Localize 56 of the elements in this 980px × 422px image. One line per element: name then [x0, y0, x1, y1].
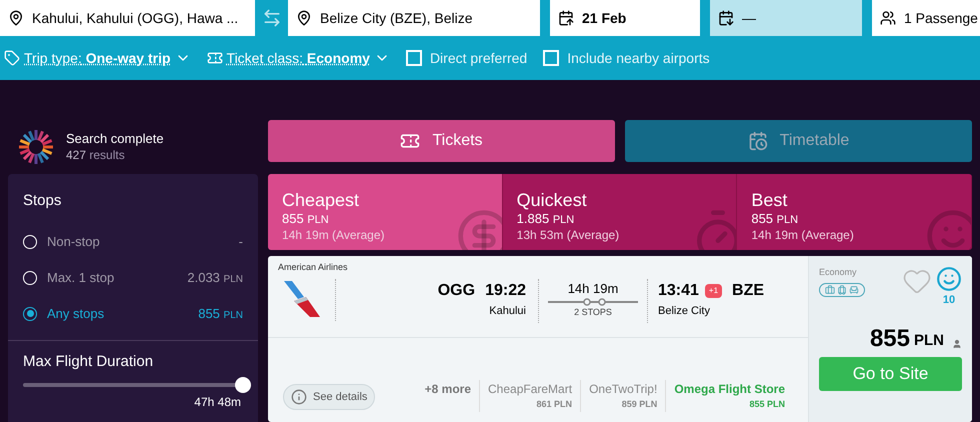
- destination-code: BZE: [732, 280, 764, 300]
- arrive-time: 13:41: [658, 280, 699, 300]
- stops-option[interactable]: Non-stop -: [23, 224, 243, 260]
- checkbox-label: Direct preferred: [430, 48, 528, 68]
- origin-city: Kahului: [489, 304, 526, 318]
- depart-time: 19:22: [485, 280, 526, 300]
- passengers-field[interactable]: 1 Passenge: [872, 0, 980, 36]
- calendar-icon: [558, 10, 574, 26]
- return-date-field[interactable]: —: [710, 0, 862, 36]
- pin-icon: [8, 10, 24, 26]
- status-title: Search complete: [66, 131, 164, 148]
- filter-title: Max Flight Duration: [23, 352, 154, 372]
- pin-icon: [296, 10, 312, 26]
- stops-option[interactable]: Any stops 855 PLN: [23, 296, 243, 332]
- ticket-icon: [206, 50, 223, 66]
- calendar-icon: [748, 131, 768, 151]
- sort-tab[interactable]: Quickest 1.885 PLN 13h 53m (Average): [502, 174, 738, 250]
- destination-city: Belize City: [658, 304, 711, 318]
- view-tab[interactable]: Tickets: [268, 120, 615, 162]
- rating-score: 10: [942, 293, 956, 308]
- currency: PLN: [914, 332, 944, 350]
- swap-icon: [262, 8, 282, 28]
- sort-tab[interactable]: Best 855 PLN 14h 19m (Average): [737, 174, 972, 250]
- sort-tab[interactable]: Cheapest 855 PLN 14h 19m (Average): [268, 174, 503, 250]
- provider-offer[interactable]: CheapFareMart 861 PLN: [480, 380, 582, 412]
- airline-logo: [282, 278, 322, 318]
- results-count: 427 results: [66, 148, 126, 163]
- cabin-class: Economy: [819, 266, 858, 279]
- calendar-icon: [718, 10, 734, 26]
- day-offset-badge: +1: [704, 284, 722, 298]
- people-icon: [880, 10, 896, 26]
- origin-field[interactable]: Kahului, Kahului (OGG), Hawa ...: [0, 0, 255, 36]
- airline-name: American Airlines: [278, 261, 349, 274]
- more-providers-link[interactable]: +8 more: [416, 380, 480, 412]
- person-icon: [952, 338, 962, 348]
- spinner-icon: [18, 129, 54, 165]
- checkbox-label: Include nearby airports: [567, 48, 710, 68]
- duration-slider[interactable]: [23, 377, 251, 394]
- depart-date-field[interactable]: 21 Feb: [550, 0, 700, 36]
- stops-count: 2 STOPS: [574, 306, 612, 319]
- checkbox[interactable]: [543, 50, 560, 66]
- provider-offer[interactable]: OneTwoTrip! 859 PLN: [581, 380, 666, 412]
- price: 855: [870, 326, 910, 350]
- stops-option[interactable]: Max. 1 stop 2.033 PLN: [23, 260, 243, 296]
- checkbox[interactable]: [406, 50, 422, 66]
- slider-thumb[interactable]: [235, 377, 251, 394]
- smile-icon: [936, 266, 962, 292]
- seat-icon: [849, 284, 859, 294]
- destination-field[interactable]: Belize City (BZE), Belize: [288, 0, 540, 36]
- flight-duration: 14h 19m: [568, 280, 618, 298]
- filter-title: Stops: [23, 191, 62, 211]
- origin-code: OGG: [438, 280, 476, 300]
- stops-line-icon: [548, 298, 638, 306]
- see-details-button[interactable]: See details: [283, 384, 376, 410]
- info-icon: [291, 389, 307, 405]
- duration-reading: 47h 48m: [194, 395, 241, 410]
